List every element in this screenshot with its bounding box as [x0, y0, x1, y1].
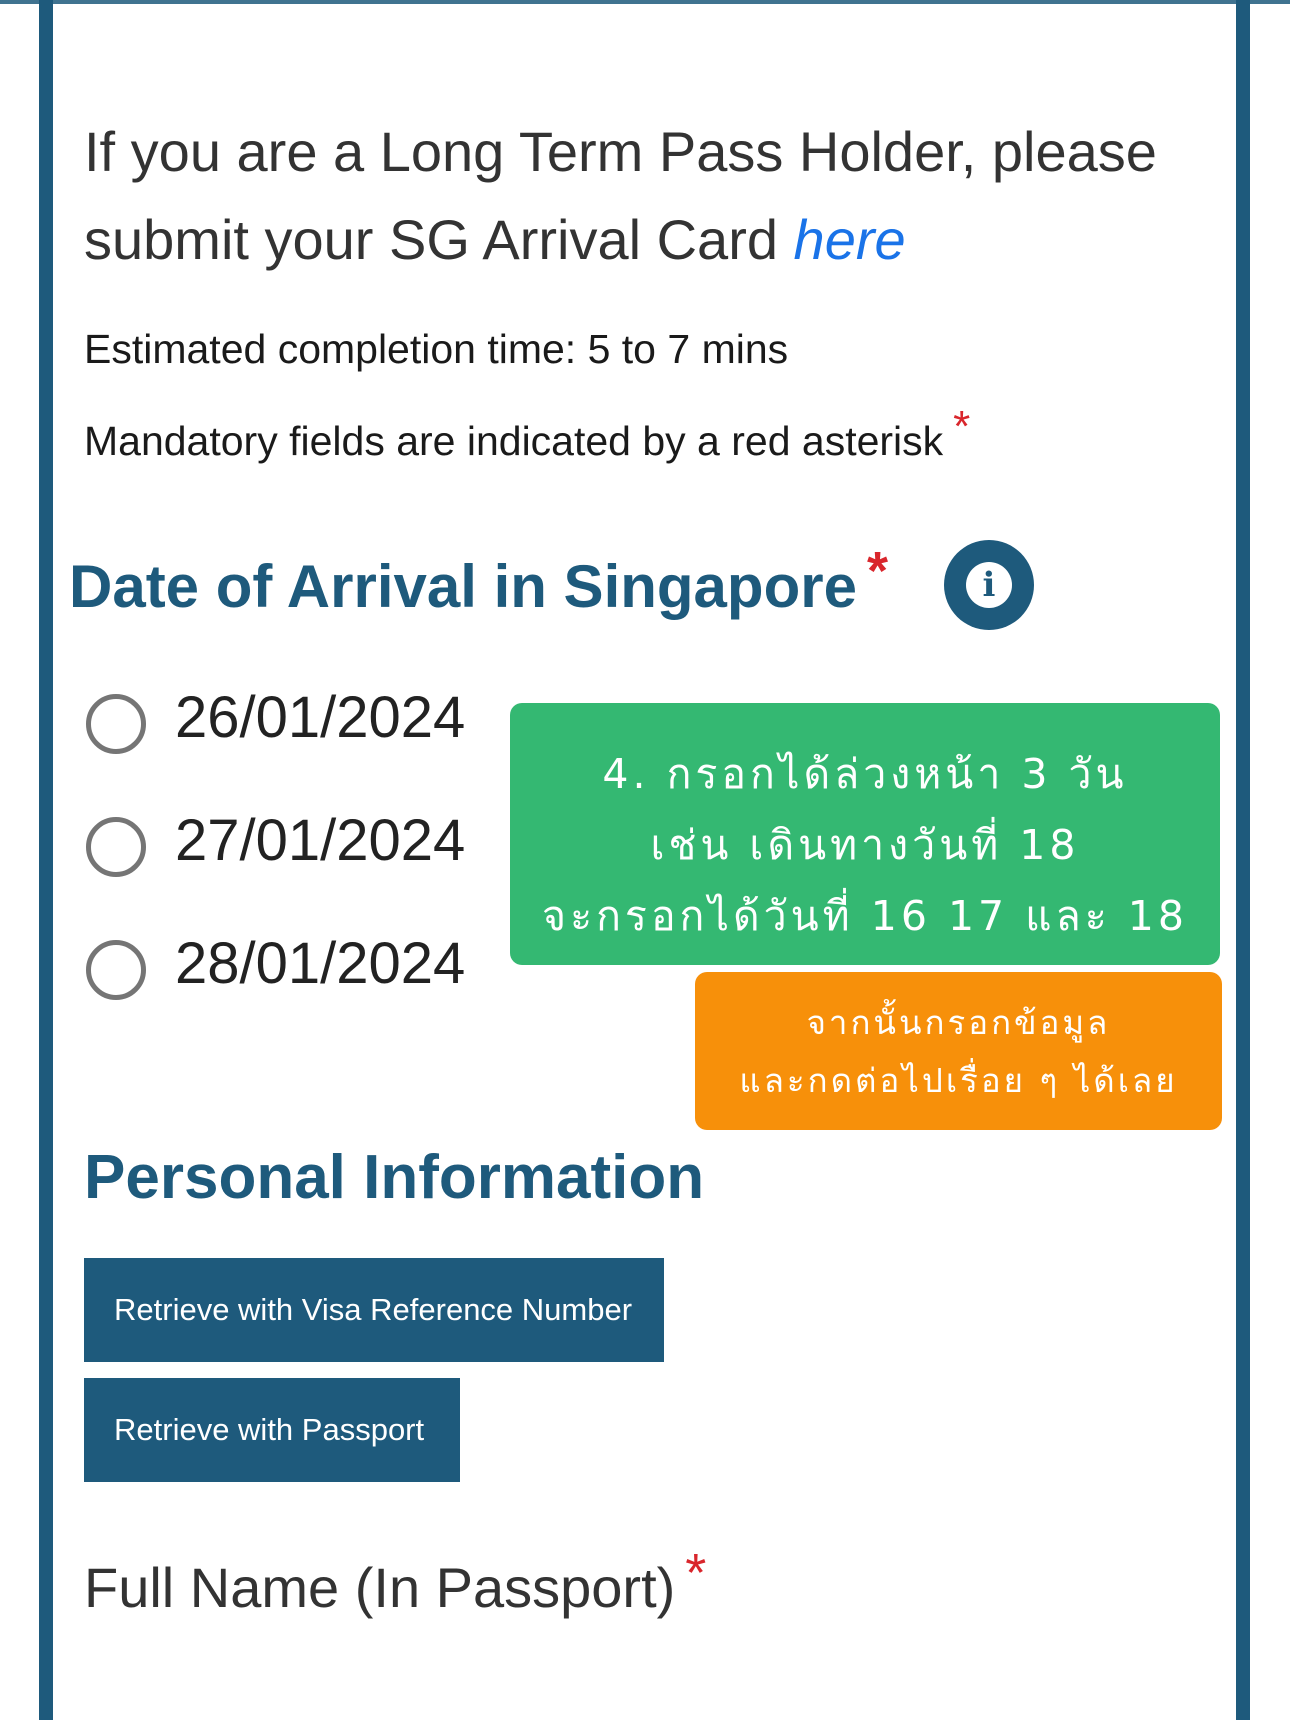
info-icon-glyph: i — [966, 562, 1012, 608]
info-icon[interactable]: i — [944, 540, 1034, 630]
arrival-date-label: 27/01/2024 — [175, 808, 466, 873]
full-name-field-label: Full Name (In Passport) * — [84, 1542, 706, 1620]
required-asterisk: * — [953, 402, 971, 451]
advance-submission-note: 4. กรอกได้ล่วงหน้า 3 วัน เช่น เดินทางวัน… — [510, 703, 1220, 965]
arrival-date-heading: Date of Arrival in Singapore * — [69, 540, 888, 621]
required-asterisk: * — [866, 541, 888, 601]
arrival-card-form-page: If you are a Long Term Pass Holder, plea… — [0, 0, 1290, 1720]
radio-unchecked-icon[interactable] — [86, 940, 146, 1000]
arrival-date-label: 26/01/2024 — [175, 685, 466, 750]
mandatory-fields-note: Mandatory fields are indicated by a red … — [84, 402, 970, 465]
note-line: จะกรอกได้วันที่ 16 17 และ 18 — [542, 892, 1188, 940]
arrival-date-label: 28/01/2024 — [175, 931, 466, 996]
required-asterisk: * — [685, 1543, 707, 1603]
long-term-pass-notice: If you are a Long Term Pass Holder, plea… — [84, 108, 1204, 284]
here-link[interactable]: here — [794, 208, 906, 271]
note-line: จากนั้นกรอกข้อมูล — [806, 1003, 1111, 1042]
arrival-date-heading-text: Date of Arrival in Singapore — [69, 553, 857, 620]
note-line: เช่น เดินทางวันที่ 18 — [650, 821, 1080, 869]
radio-unchecked-icon[interactable] — [86, 694, 146, 754]
radio-unchecked-icon[interactable] — [86, 817, 146, 877]
long-term-pass-text: If you are a Long Term Pass Holder, plea… — [84, 120, 1157, 271]
retrieve-passport-button[interactable]: Retrieve with Passport — [84, 1378, 460, 1482]
full-name-label-text: Full Name (In Passport) — [84, 1556, 676, 1619]
completion-time-text: Estimated completion time: 5 to 7 mins — [84, 326, 789, 372]
left-frame-border — [39, 0, 53, 1720]
top-border — [0, 0, 1290, 4]
note-line: และกดต่อไปเรื่อย ๆ ได้เลย — [739, 1061, 1178, 1100]
note-line: 4. กรอกได้ล่วงหน้า 3 วัน — [602, 750, 1128, 798]
right-frame-border — [1236, 0, 1250, 1720]
mandatory-fields-text: Mandatory fields are indicated by a red … — [84, 418, 944, 464]
continue-filling-note: จากนั้นกรอกข้อมูล และกดต่อไปเรื่อย ๆ ได้… — [695, 972, 1222, 1130]
personal-information-heading: Personal Information — [84, 1143, 705, 1212]
retrieve-visa-reference-button[interactable]: Retrieve with Visa Reference Number — [84, 1258, 664, 1362]
